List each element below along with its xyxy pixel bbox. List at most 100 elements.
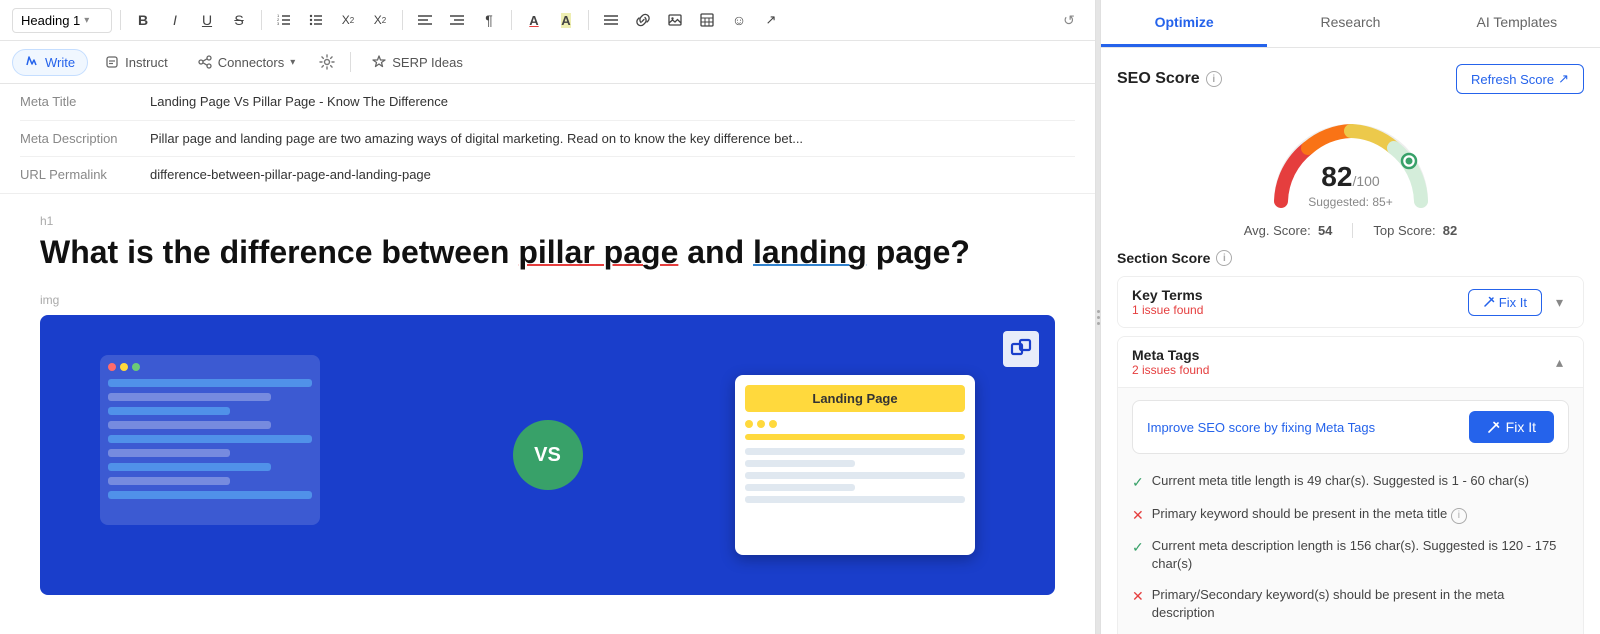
write-tab-label: Write	[45, 55, 75, 70]
browser-dots-right	[745, 420, 965, 428]
meta-tags-item: Meta Tags 2 issues found ▴ Improve SEO s…	[1117, 336, 1584, 634]
right-line-1	[745, 448, 965, 455]
meta-desc-value[interactable]: Pillar page and landing page are two ama…	[150, 129, 1075, 149]
history-button[interactable]: ↺	[1055, 6, 1083, 34]
meta-improve-bar: Improve SEO score by fixing Meta Tags Fi…	[1132, 400, 1569, 454]
connectors-tab[interactable]: Connectors ▾	[185, 49, 309, 76]
meta-tags-title: Meta Tags	[1132, 347, 1209, 363]
check-text-2: Primary keyword should be present in the…	[1152, 505, 1467, 524]
meta-title-value[interactable]: Landing Page Vs Pillar Page - Know The D…	[150, 92, 1075, 112]
key-terms-header: Key Terms 1 issue found Fix It ▾	[1118, 277, 1583, 327]
avg-score: Avg. Score: 54	[1244, 223, 1333, 238]
line-8	[108, 477, 230, 485]
image-logo	[1003, 331, 1039, 367]
check-item-3: ✓ Current meta description length is 156…	[1132, 531, 1569, 579]
vs-text: VS	[534, 444, 561, 467]
title-mid: and	[678, 234, 753, 270]
section-score-title: Section Score	[1117, 250, 1210, 266]
key-terms-title: Key Terms	[1132, 287, 1203, 303]
font-color-button[interactable]: A	[520, 6, 548, 34]
key-terms-label-group: Key Terms 1 issue found	[1132, 287, 1203, 317]
meta-tags-issues: 2 issues found	[1132, 363, 1209, 377]
line-4	[108, 421, 271, 429]
image-button[interactable]	[661, 6, 689, 34]
check-text-3: Current meta description length is 156 c…	[1152, 537, 1569, 573]
font-highlight-button[interactable]: A	[552, 6, 580, 34]
key-terms-fix-label: Fix It	[1499, 295, 1527, 310]
write-tab[interactable]: Write	[12, 49, 88, 76]
meta-desc-row: Meta Description Pillar page and landing…	[20, 121, 1075, 158]
table-button[interactable]	[693, 6, 721, 34]
emoji-button[interactable]: ☺	[725, 6, 753, 34]
serp-ideas-tab[interactable]: SERP Ideas	[359, 49, 476, 76]
meta-tags-fix-label: Fix It	[1506, 419, 1536, 435]
browser-mockup-left	[100, 355, 320, 525]
align-justify-button[interactable]	[597, 6, 625, 34]
score-stats: Avg. Score: 54 Top Score: 82	[1117, 223, 1584, 238]
line-7	[108, 463, 271, 471]
refresh-score-button[interactable]: Refresh Score ↗	[1456, 64, 1584, 94]
strikethrough-button[interactable]: S	[225, 6, 253, 34]
link-button[interactable]	[629, 6, 657, 34]
dot-green	[132, 363, 140, 371]
heading-select-label: Heading 1	[21, 13, 80, 28]
bold-button[interactable]: B	[129, 6, 157, 34]
unordered-list-button[interactable]	[302, 6, 330, 34]
toolbar-row1: Heading 1 ▾ B I U S 123 X2 X2 ¶ A A	[0, 0, 1095, 41]
tab-ai-templates[interactable]: AI Templates	[1434, 0, 1600, 47]
right-line-3	[745, 472, 965, 479]
key-terms-fix-button[interactable]: Fix It	[1468, 289, 1542, 316]
toolbar-divider-2	[261, 10, 262, 30]
underline-button[interactable]: U	[193, 6, 221, 34]
check-info-icon-2[interactable]: i	[1451, 508, 1467, 524]
key-terms-expand-button[interactable]: ▾	[1550, 292, 1569, 313]
align-right-button[interactable]	[443, 6, 471, 34]
meta-tags-header: Meta Tags 2 issues found ▴	[1118, 337, 1583, 387]
superscript-button[interactable]: X2	[366, 6, 394, 34]
section-score-header: Section Score i	[1117, 250, 1584, 266]
dot-red	[108, 363, 116, 371]
editor-panel: Heading 1 ▾ B I U S 123 X2 X2 ¶ A A	[0, 0, 1096, 634]
ordered-list-button[interactable]: 123	[270, 6, 298, 34]
right-line-4	[745, 484, 855, 491]
toolbar-divider-1	[120, 10, 121, 30]
meta-tags-collapse-button[interactable]: ▴	[1550, 352, 1569, 373]
svg-text:3: 3	[277, 21, 280, 26]
align-left-button[interactable]	[411, 6, 439, 34]
settings-button[interactable]	[312, 47, 342, 77]
embed-button[interactable]: ↗	[757, 6, 785, 34]
check-ok-icon-3: ✓	[1132, 538, 1144, 558]
check-text-1: Current meta title length is 49 char(s).…	[1152, 472, 1529, 490]
toolbar-row2: Write Instruct Connectors ▾ SERP Ideas	[0, 41, 1095, 84]
title-highlight-pillar: pillar page	[518, 234, 678, 270]
toolbar-divider-4	[511, 10, 512, 30]
key-terms-issues: 1 issue found	[1132, 303, 1203, 317]
seo-score-info-icon[interactable]: i	[1206, 71, 1222, 87]
landing-page-label: Landing Page	[745, 385, 965, 412]
top-label: Top Score:	[1373, 223, 1435, 238]
meta-url-value[interactable]: difference-between-pillar-page-and-landi…	[150, 165, 1075, 185]
subscript-button[interactable]: X2	[334, 6, 362, 34]
meta-checks-list: ✓ Current meta title length is 49 char(s…	[1132, 466, 1569, 628]
browser-lines-left	[108, 379, 312, 499]
section-score-info-icon[interactable]: i	[1216, 250, 1232, 266]
line-1	[108, 379, 312, 387]
img-label: img	[40, 293, 1055, 307]
tab-research[interactable]: Research	[1267, 0, 1433, 47]
right-panel-tabs: Optimize Research AI Templates	[1101, 0, 1600, 48]
instruct-tab-label: Instruct	[125, 55, 168, 70]
right-dot-1	[745, 420, 753, 428]
seo-score-title-group: SEO Score i	[1117, 70, 1222, 88]
heading-select[interactable]: Heading 1 ▾	[12, 8, 112, 33]
meta-tags-fix-button[interactable]: Fix It	[1469, 411, 1554, 443]
tab-optimize[interactable]: Optimize	[1101, 0, 1267, 47]
seo-content: SEO Score i Refresh Score ↗	[1101, 48, 1600, 634]
instruct-tab[interactable]: Instruct	[92, 49, 181, 76]
indent-button[interactable]: ¶	[475, 6, 503, 34]
line-5	[108, 435, 312, 443]
article-title[interactable]: What is the difference between pillar pa…	[40, 232, 1055, 274]
content-area[interactable]: h1 What is the difference between pillar…	[0, 194, 1095, 634]
toolbar-divider-5	[588, 10, 589, 30]
score-number: 82	[1321, 161, 1352, 192]
italic-button[interactable]: I	[161, 6, 189, 34]
